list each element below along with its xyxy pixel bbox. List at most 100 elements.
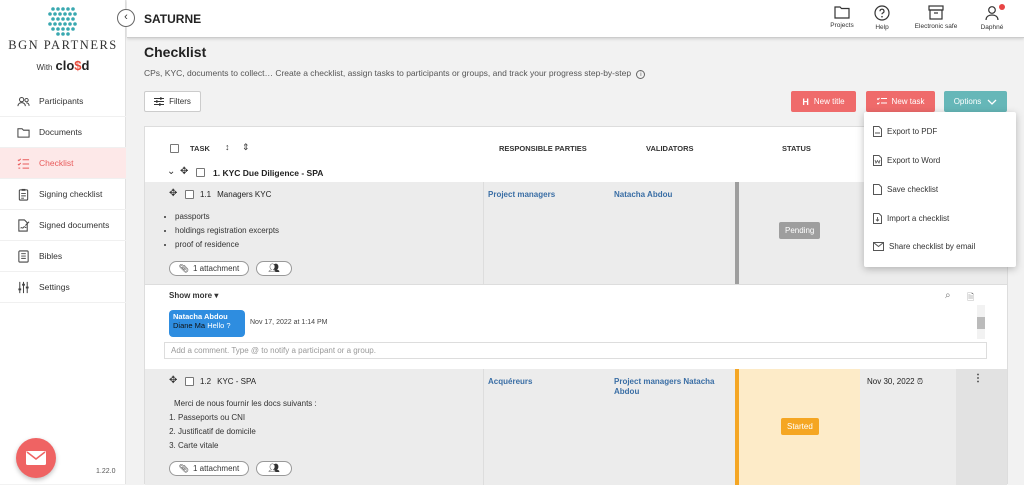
sidebar-item-documents[interactable]: Documents — [0, 117, 126, 148]
section-number: 1. — [213, 168, 221, 178]
validator-line-1: Project managers Natacha — [614, 377, 715, 386]
sort-icon[interactable]: ↕ — [225, 142, 230, 152]
assign-group-button[interactable]: 👥︎ — [256, 261, 292, 276]
electronic-safe-button[interactable]: Electronic safe — [910, 5, 962, 30]
attachment-button[interactable]: 📎︎ 1 attachment — [169, 461, 249, 476]
project-title: SATURNE — [144, 12, 202, 26]
electronic-safe-label: Electronic safe — [914, 23, 958, 30]
task-number: 1.2 — [200, 377, 212, 386]
help-button[interactable]: Help — [872, 5, 892, 31]
sidebar-item-label: Settings — [39, 282, 70, 292]
comment-input[interactable]: Add a comment. Type @ to notify a partic… — [164, 342, 987, 359]
due-date[interactable]: Nov 30, 2022 ⏰︎ — [867, 377, 923, 387]
user-name-label: Daphné — [980, 24, 1004, 31]
closd-logo: clo$d — [55, 58, 90, 73]
clipboard-icon — [18, 188, 29, 201]
attachment-button[interactable]: 📎︎ 1 attachment — [169, 261, 249, 276]
attachment-label: 1 attachment — [192, 464, 240, 473]
section-name: KYC Due Diligence - SPA — [222, 168, 324, 178]
column-divider — [483, 182, 484, 284]
heading-icon: H — [802, 96, 809, 107]
table-row[interactable]: ✥ 1.2 KYC - SPA Merci de nous fournir les… — [145, 369, 1007, 485]
with-label: With — [36, 63, 53, 72]
menu-item-export-word[interactable]: Export to Word — [873, 155, 940, 166]
contact-mail-button[interactable] — [16, 438, 56, 478]
row-actions-cell — [956, 369, 1007, 485]
sidebar-item-label: Documents — [39, 127, 82, 137]
menu-item-save-checklist[interactable]: Save checklist — [873, 184, 938, 195]
responsible-party-link[interactable]: Project managers — [488, 190, 555, 199]
responsible-party-link[interactable]: Acquéreurs — [488, 377, 532, 386]
task-title[interactable]: 1.1 Managers KYC — [200, 190, 271, 199]
menu-item-import-checklist[interactable]: Import a checklist — [873, 213, 949, 224]
list-item: Justificatif de domicile — [178, 425, 256, 439]
list-item: passports — [175, 210, 279, 224]
filters-button[interactable]: Filters — [144, 91, 201, 112]
drag-handle-icon[interactable]: ✥ — [169, 188, 177, 199]
chevron-left-icon: ‹ — [124, 11, 128, 23]
list-item: proof of residence — [175, 238, 279, 252]
pdf-export-icon[interactable]: 🗎︎ — [967, 290, 974, 306]
options-button[interactable]: Options — [944, 91, 1007, 112]
filters-label: Filters — [169, 97, 191, 106]
attachment-label: 1 attachment — [192, 264, 240, 273]
task-description-list: passports holdings registration excerpts… — [175, 210, 279, 252]
select-all-checkbox[interactable] — [170, 144, 179, 153]
status-badge[interactable]: Started — [781, 418, 819, 435]
new-title-button[interactable]: H New title — [791, 91, 856, 112]
info-icon[interactable]: i — [636, 70, 646, 79]
sidebar-item-label: Signing checklist — [39, 189, 103, 199]
comment-timestamp: Nov 17, 2022 at 1:14 PM — [250, 319, 328, 326]
sidebar-item-signed-documents[interactable]: Signed documents — [0, 210, 126, 241]
menu-item-label: Save checklist — [887, 185, 939, 194]
projects-button[interactable]: Projects — [827, 5, 857, 29]
menu-item-label: Import a checklist — [887, 214, 950, 223]
paperclip-icon: 📎︎ — [178, 264, 189, 273]
comments-scrollbar[interactable] — [977, 305, 985, 339]
menu-item-label: Share checklist by email — [889, 242, 976, 251]
partner-logo: With clo$d — [0, 58, 126, 73]
comment-text: Hello ? — [207, 321, 231, 330]
new-task-button[interactable]: New task — [866, 91, 935, 112]
sidebar-item-settings[interactable]: Settings — [0, 272, 126, 303]
page-description: CPs, KYC, documents to collect… Create a… — [144, 68, 646, 79]
show-more-link[interactable]: Show more ▾ — [169, 291, 218, 300]
list-item: Carte vitale — [178, 439, 256, 453]
add-task-icon — [876, 97, 887, 105]
sidebar-item-label: Signed documents — [39, 220, 110, 230]
sidebar-item-participants[interactable]: Participants — [0, 86, 126, 117]
search-icon[interactable]: ⌕ — [945, 290, 951, 301]
task-checkbox[interactable] — [185, 190, 194, 199]
menu-item-label: Export to PDF — [887, 127, 938, 136]
drag-handle-icon[interactable]: ✥ — [180, 166, 188, 177]
email-icon — [873, 242, 884, 251]
safe-icon — [928, 5, 944, 20]
folder-icon — [17, 127, 30, 138]
sidebar-item-checklist[interactable]: Checklist — [0, 148, 126, 179]
menu-item-share-email[interactable]: Share checklist by email — [873, 242, 975, 251]
collapse-sidebar-button[interactable]: ‹ — [117, 9, 135, 27]
sidebar-item-label: Checklist — [39, 158, 74, 168]
section-checkbox[interactable] — [196, 168, 205, 177]
menu-item-export-pdf[interactable]: Export to PDF — [873, 126, 937, 137]
user-menu-button[interactable]: Daphné — [977, 4, 1007, 31]
status-badge[interactable]: Pending — [779, 222, 821, 239]
assign-group-button[interactable]: 👥︎ — [256, 461, 292, 476]
sidebar-item-signing-checklist[interactable]: Signing checklist — [0, 179, 126, 210]
scrollbar-thumb[interactable] — [977, 317, 985, 329]
task-title[interactable]: 1.2 KYC - SPA — [200, 377, 256, 386]
paperclip-icon: 📎︎ — [178, 464, 189, 473]
validator-link[interactable]: Natacha Abdou — [614, 190, 672, 199]
more-vertical-icon[interactable]: ⋮ — [973, 373, 983, 384]
sidebar-item-bibles[interactable]: Bibles — [0, 241, 126, 272]
task-checkbox[interactable] — [185, 377, 194, 386]
expand-collapse-icon[interactable]: ⇕ — [242, 142, 250, 153]
drag-handle-icon[interactable]: ✥ — [169, 375, 177, 386]
section-collapse-icon[interactable]: ⌄ — [167, 166, 175, 177]
menu-item-label: Export to Word — [887, 156, 941, 165]
validator-link[interactable]: Project managers Natacha Abdou — [614, 377, 715, 397]
comment-mention: Diane Ma — [173, 321, 206, 330]
chevron-down-icon — [987, 99, 997, 105]
sliders-icon — [18, 281, 29, 293]
options-dropdown-menu: Export to PDF Export to Word Save checkl… — [864, 112, 1016, 267]
